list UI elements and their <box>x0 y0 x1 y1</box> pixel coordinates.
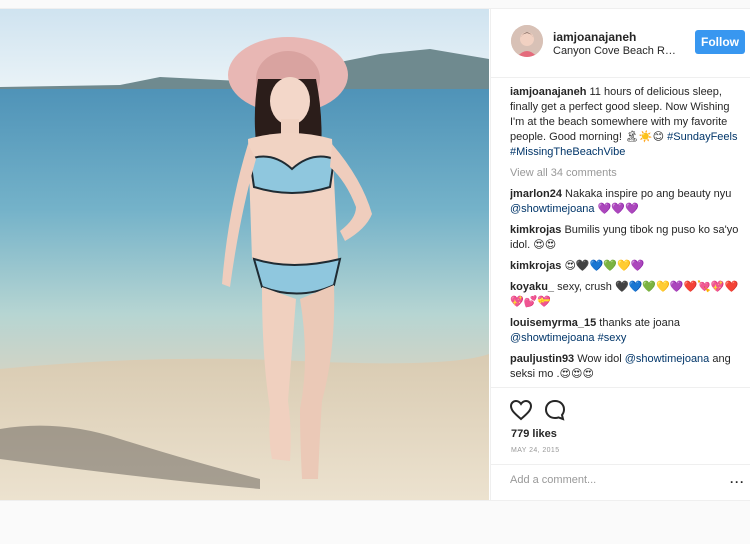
beach-photo <box>0 9 489 500</box>
post-actions: 779 likes MAY 24, 2015 <box>491 387 750 463</box>
comment-item: pauljustin93 Wow idol @showtimejoana ang… <box>510 352 742 382</box>
comment-item: kimkrojas Bumilis yung tibok ng puso ko … <box>510 223 742 253</box>
instagram-post: iamjoanajaneh Canyon Cove Beach Re... Fo… <box>0 8 750 501</box>
comment-username[interactable]: pauljustin93 <box>510 353 574 365</box>
post-photo[interactable] <box>0 9 489 500</box>
comment-icon[interactable] <box>543 398 567 422</box>
comment-username[interactable]: louisemyrma_15 <box>510 317 596 329</box>
heart-icon-svg <box>509 399 533 421</box>
location-link[interactable]: Canyon Cove Beach Re... <box>553 45 678 57</box>
comment-text: Nakaka inspire po ang beauty nyu <box>565 188 732 200</box>
comment-text: thanks ate joana <box>599 317 681 329</box>
comment-username[interactable]: kimkrojas <box>510 224 561 236</box>
post-sidebar: iamjoanajaneh Canyon Cove Beach Re... Fo… <box>490 9 750 500</box>
heart-icon[interactable] <box>509 398 533 422</box>
comment-mention[interactable]: @showtimejoana <box>510 203 595 215</box>
caption-username[interactable]: iamjoanajaneh <box>510 86 586 98</box>
comment-text: 😍🖤💙💚💛💜 <box>564 260 645 272</box>
more-options-icon[interactable]: ··· <box>730 475 745 489</box>
likes-count[interactable]: 779 likes <box>511 428 557 440</box>
comment-icon-svg <box>544 399 566 421</box>
post-date: MAY 24, 2015 <box>511 447 560 454</box>
comment-item: kimkrojas 😍🖤💙💚💛💜 <box>510 259 742 274</box>
comment-item: jmarlon24 Nakaka inspire po ang beauty n… <box>510 187 742 217</box>
avatar[interactable] <box>511 25 543 57</box>
caption: iamjoanajaneh 11 hours of delicious slee… <box>510 85 742 160</box>
comment-username[interactable]: kimkrojas <box>510 260 561 272</box>
add-comment-bar: ··· <box>491 464 750 501</box>
comment-username[interactable]: koyaku_ <box>510 281 554 293</box>
comments-list: iamjoanajaneh 11 hours of delicious slee… <box>510 85 742 387</box>
follow-button[interactable]: Follow <box>695 30 745 54</box>
comment-emoji: 💜💜💜 <box>594 203 639 215</box>
username-link[interactable]: iamjoanajaneh <box>553 30 636 44</box>
view-all-comments-link[interactable]: View all 34 comments <box>510 166 742 181</box>
comment-username[interactable]: jmarlon24 <box>510 188 562 200</box>
comment-item: louisemyrma_15 thanks ate joana @showtim… <box>510 316 742 346</box>
comment-text: Wow idol <box>577 353 622 365</box>
avatar-image <box>511 25 543 57</box>
comment-hashtag[interactable]: #sexy <box>598 332 627 344</box>
post-header: iamjoanajaneh Canyon Cove Beach Re... Fo… <box>491 9 750 78</box>
comment-mention[interactable]: @showtimejoana <box>625 353 710 365</box>
add-comment-input[interactable] <box>510 474 710 486</box>
comment-item: koyaku_ sexy, crush 🖤💙💚💛💜❤️💘💖❤️💖💕💝 <box>510 280 742 310</box>
comment-mention[interactable]: @showtimejoana <box>510 332 595 344</box>
